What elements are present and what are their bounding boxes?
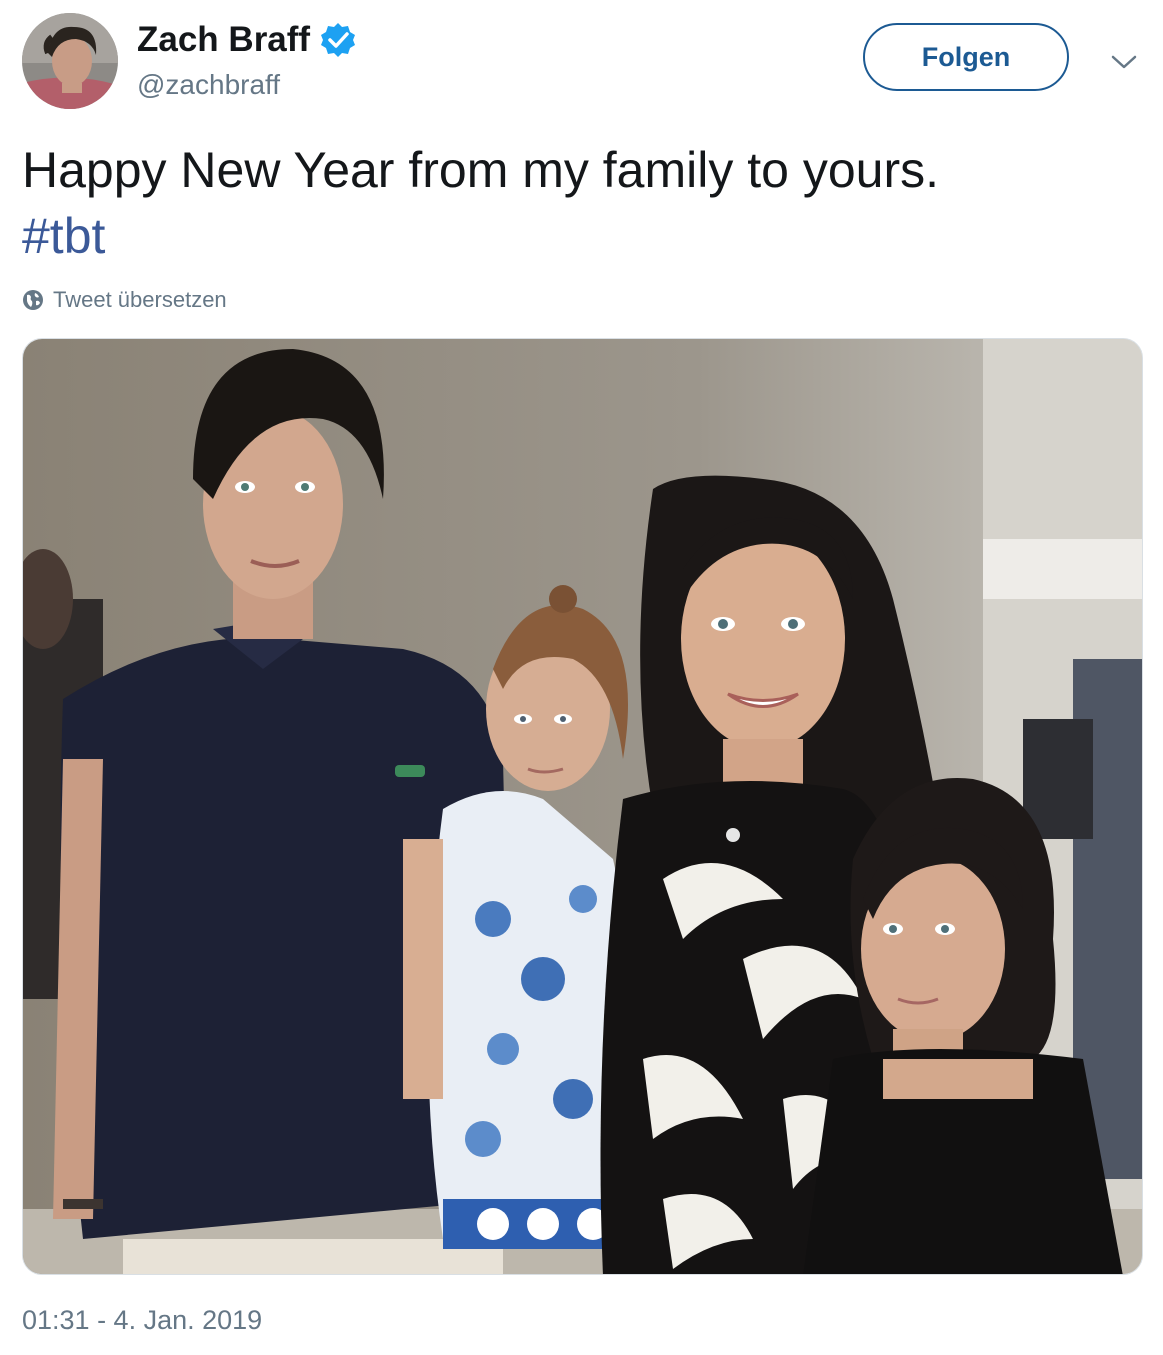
globe-icon (23, 290, 43, 310)
chevron-down-icon (1111, 55, 1137, 69)
more-options-button[interactable] (1104, 44, 1144, 80)
tweet-text: Happy New Year from my family to yours. … (22, 137, 1142, 269)
verified-badge-icon (319, 21, 357, 59)
follow-button[interactable]: Folgen (863, 23, 1069, 91)
tweet-photo[interactable] (22, 338, 1143, 1275)
hashtag-link[interactable]: #tbt (22, 203, 1142, 269)
display-name[interactable]: Zach Braff (137, 18, 310, 62)
translate-label: Tweet übersetzen (53, 287, 227, 312)
user-handle[interactable]: @zachbraff (137, 67, 280, 103)
tweet-timestamp[interactable]: 01:31 - 4. Jan. 2019 (22, 1302, 262, 1338)
tweet-text-body: Happy New Year from my family to yours. (22, 142, 939, 198)
avatar[interactable] (22, 13, 118, 109)
translate-tweet-link[interactable]: Tweet übersetzen (22, 285, 227, 315)
tweet-card: Zach Braff @zachbraff Folgen Happy New Y… (0, 0, 1163, 1355)
